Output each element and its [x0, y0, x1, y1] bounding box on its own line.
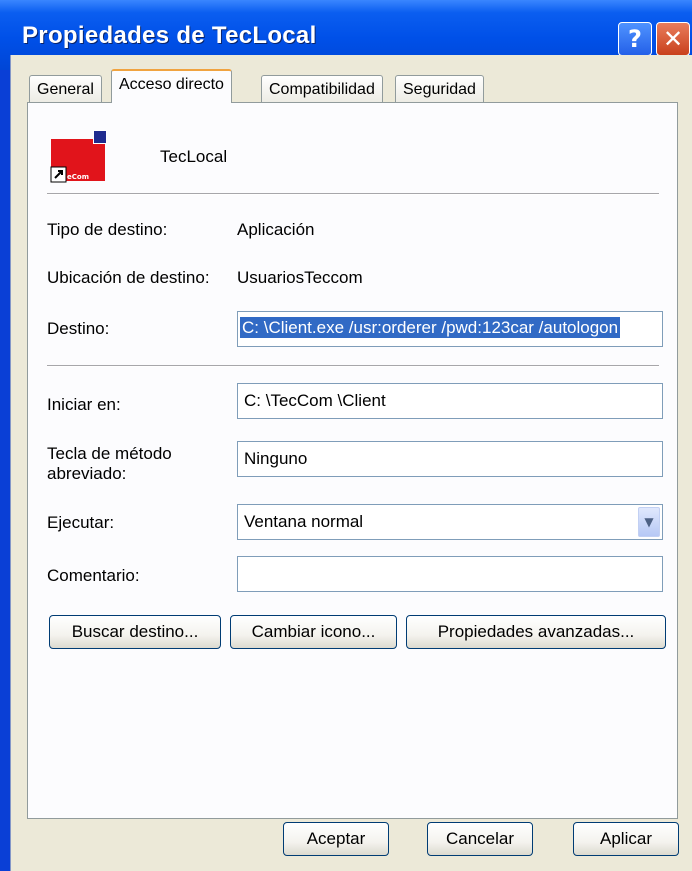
dialog-body: General Acceso directo Compatibilidad Se…	[10, 55, 692, 871]
icon-badge: eCom	[67, 173, 89, 181]
find-target-button[interactable]: Buscar destino...	[49, 615, 221, 649]
start-in-field[interactable]: C: \TecCom \Client	[237, 383, 663, 419]
comment-field[interactable]	[237, 556, 663, 592]
ok-label: Aceptar	[306, 829, 366, 848]
tab-acceso-directo[interactable]: Acceso directo	[111, 69, 232, 103]
target-label: Destino:	[47, 319, 110, 338]
find-target-label: Buscar destino...	[71, 622, 199, 641]
ok-button[interactable]: Aceptar	[283, 822, 389, 856]
separator	[47, 365, 659, 367]
run-select[interactable]: Ventana normal ▼	[237, 504, 663, 540]
tab-label: Seguridad	[403, 81, 476, 98]
run-label: Ejecutar:	[47, 513, 115, 532]
tab-label: General	[37, 81, 94, 98]
start-in-field-text: C: \TecCom \Client	[244, 391, 386, 410]
target-type-label: Tipo de destino:	[47, 220, 168, 239]
shortcut-key-field-text: Ninguno	[244, 449, 308, 468]
help-button[interactable]: ?	[618, 22, 652, 56]
shortcut-key-field[interactable]: Ninguno	[237, 441, 663, 477]
tab-seguridad[interactable]: Seguridad	[395, 75, 484, 103]
close-button[interactable]: ✕	[656, 22, 690, 56]
tab-compatibilidad[interactable]: Compatibilidad	[261, 75, 383, 103]
chevron-down-icon[interactable]: ▼	[638, 507, 660, 537]
separator	[47, 193, 659, 195]
shortcut-key-label: Tecla de método abreviado:	[47, 444, 172, 483]
target-field[interactable]: C: \Client.exe /usr:orderer /pwd:123car …	[237, 311, 663, 347]
change-icon-button[interactable]: Cambiar icono...	[230, 615, 397, 649]
question-mark-icon: ?	[628, 25, 642, 53]
comment-label: Comentario:	[47, 566, 140, 585]
apply-label: Aplicar	[600, 829, 652, 848]
change-icon-label: Cambiar icono...	[251, 622, 376, 641]
cancel-button[interactable]: Cancelar	[427, 822, 533, 856]
close-icon: ✕	[662, 25, 684, 53]
target-location-label: Ubicación de destino:	[47, 268, 210, 287]
apply-button[interactable]: Aplicar	[573, 822, 679, 856]
tab-general[interactable]: General	[29, 75, 102, 103]
cancel-label: Cancelar	[445, 829, 515, 848]
start-in-label: Iniciar en:	[47, 395, 121, 414]
target-field-text: C: \Client.exe /usr:orderer /pwd:123car …	[240, 317, 621, 338]
target-location-value: UsuariosTeccom	[237, 268, 363, 287]
window-title: Propiedades de TecLocal	[22, 22, 317, 49]
advanced-properties-button[interactable]: Propiedades avanzadas...	[406, 615, 666, 649]
teclocal-app-icon: eCom	[50, 130, 107, 183]
target-type-value: Aplicación	[237, 220, 315, 239]
run-select-value: Ventana normal	[244, 512, 364, 531]
properties-window: Propiedades de TecLocal ? ✕ General Acce…	[0, 0, 692, 871]
shortcut-name: TecLocal	[160, 147, 228, 166]
tab-label: Compatibilidad	[269, 81, 375, 98]
tab-label: Acceso directo	[119, 76, 224, 93]
advanced-properties-label: Propiedades avanzadas...	[437, 622, 635, 641]
